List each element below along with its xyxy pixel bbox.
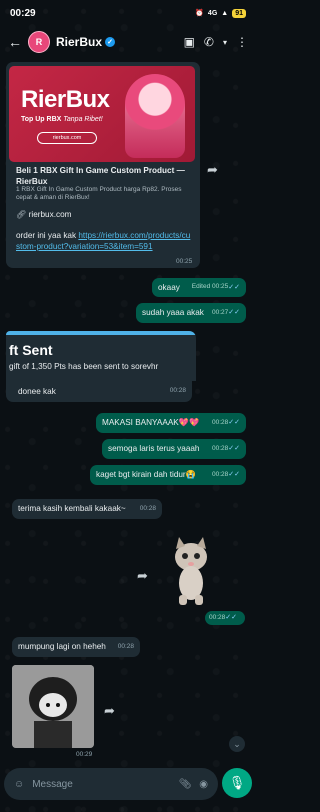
outgoing-message[interactable]: semoga laris terus yaaah 00:28 ✓✓ <box>102 439 246 459</box>
photo-time: 00:29 <box>76 751 93 758</box>
link-preview-image[interactable]: RierBux Top Up RBX Tanpa Ribet! rierbux.… <box>9 66 195 162</box>
message-text: mumpung lagi on heheh <box>18 642 106 652</box>
outgoing-message[interactable]: kaget bgt kirain dah tidur😭 00:28 ✓✓ <box>90 465 246 485</box>
message-meta: 00:28 <box>169 387 186 395</box>
preview-tagline: Top Up RBX Tanpa Ribet! <box>21 116 103 123</box>
forward-icon[interactable]: ➦ <box>207 162 218 178</box>
sticker-meta: 00:28 ✓✓ <box>205 611 245 625</box>
battery-badge: 91 <box>232 8 246 18</box>
message-input[interactable]: Message <box>32 779 170 790</box>
mic-icon: 🎙︎ <box>228 775 246 790</box>
verified-icon: ✓ <box>105 37 116 47</box>
preview-url[interactable]: 🔗︎ rierbux.com <box>16 210 71 220</box>
message-meta: 00:28 <box>139 504 156 512</box>
message-meta: 00:28 <box>211 418 229 426</box>
message-text: semoga laris terus yaaah <box>108 444 200 454</box>
signal-text: 4G <box>207 9 218 17</box>
message-meta: 00:28 <box>211 444 229 452</box>
message-text: MAKASI BANYAAAK💖💖 <box>102 418 200 428</box>
photo-figure <box>12 665 94 748</box>
emoji-icon[interactable]: ☺ <box>14 779 24 790</box>
status-bar: 00:29 ⏰ 4G ▲ 91 <box>0 0 256 26</box>
read-receipt-icon: ✓✓ <box>225 614 238 622</box>
message-meta: Edited 00:25 <box>191 283 229 291</box>
read-receipt-icon: ✓✓ <box>228 419 240 427</box>
outgoing-message[interactable]: MAKASI BANYAAAK💖💖 00:28 ✓✓ <box>96 413 246 433</box>
read-receipt-icon: ✓✓ <box>228 471 240 479</box>
catalog-icon[interactable]: ▣ <box>184 35 195 49</box>
signal-icon: ▲ <box>221 9 229 17</box>
scroll-down-button[interactable]: ⌄ <box>229 736 245 752</box>
preview-description: 1 RBX Gift In Game Custom Product harga … <box>16 186 182 202</box>
read-receipt-icon: ✓✓ <box>228 283 240 291</box>
gift-image[interactable]: ft Sent gift of 1,350 Pts has been sent … <box>6 331 196 381</box>
mascot-character <box>125 74 185 158</box>
gift-subtext: gift of 1,350 Pts has been sent to sorev… <box>9 362 159 371</box>
chevron-down-icon[interactable]: ▾ <box>223 38 227 47</box>
forward-icon[interactable]: ➦ <box>137 568 148 584</box>
message-meta: 00:27 <box>211 308 229 316</box>
outgoing-message[interactable]: sudah yaaa akak 00:27 ✓✓ <box>136 303 246 323</box>
cat-sticker[interactable] <box>167 537 215 605</box>
message-text: terima kasih kembali kakaak~ <box>18 504 126 514</box>
preview-brand: RierBux <box>21 86 110 113</box>
read-receipt-icon: ✓✓ <box>228 445 240 453</box>
camera-icon[interactable]: ◉ <box>199 779 208 790</box>
mic-button[interactable]: 🎙︎ <box>222 768 252 798</box>
link-icon: 🔗︎ <box>16 210 29 219</box>
attach-icon[interactable]: 📎︎ <box>179 779 192 790</box>
more-options-icon[interactable]: ⋮ <box>236 35 248 49</box>
message-meta: 00:28 <box>117 642 134 650</box>
incoming-message[interactable]: mumpung lagi on heheh 00:28 <box>12 637 140 657</box>
preview-site-button: rierbux.com <box>37 132 97 144</box>
incoming-message[interactable]: donee kak 00:28 <box>6 381 192 402</box>
forward-icon[interactable]: ➦ <box>104 703 115 719</box>
status-time: 00:29 <box>10 7 36 19</box>
read-receipt-icon: ✓✓ <box>228 309 240 317</box>
alarm-icon: ⏰ <box>195 10 204 17</box>
message-time: 00:25 <box>176 258 193 265</box>
message-composer[interactable]: ☺ Message 📎︎ ◉ <box>4 768 218 800</box>
message-meta: 00:28 <box>211 470 229 478</box>
preview-title: Beli 1 RBX Gift In Game Custom Product —… <box>16 166 185 186</box>
back-arrow-icon[interactable]: ← <box>8 34 22 50</box>
message-text: okaay <box>158 282 180 292</box>
contact-name[interactable]: RierBux ✓ <box>56 35 116 49</box>
avatar[interactable]: R <box>28 31 50 53</box>
phone-icon[interactable]: ✆ <box>204 35 214 49</box>
incoming-message[interactable]: terima kasih kembali kakaak~ 00:28 <box>12 499 162 519</box>
image-message[interactable] <box>12 665 94 748</box>
message-text: kaget bgt kirain dah tidur😭 <box>96 470 196 480</box>
gift-heading: ft Sent <box>9 342 53 358</box>
chat-header: ← R RierBux ✓ ▣ ✆ ▾ ⋮ <box>0 26 256 58</box>
link-message-text: order ini yaa kak https://rierbux.com/pr… <box>16 231 191 252</box>
contact-name-label: RierBux <box>56 35 103 49</box>
message-text: sudah yaaa akak <box>142 308 204 318</box>
message-text: donee kak <box>18 386 56 396</box>
outgoing-message[interactable]: okaay Edited 00:25 ✓✓ <box>152 278 246 297</box>
